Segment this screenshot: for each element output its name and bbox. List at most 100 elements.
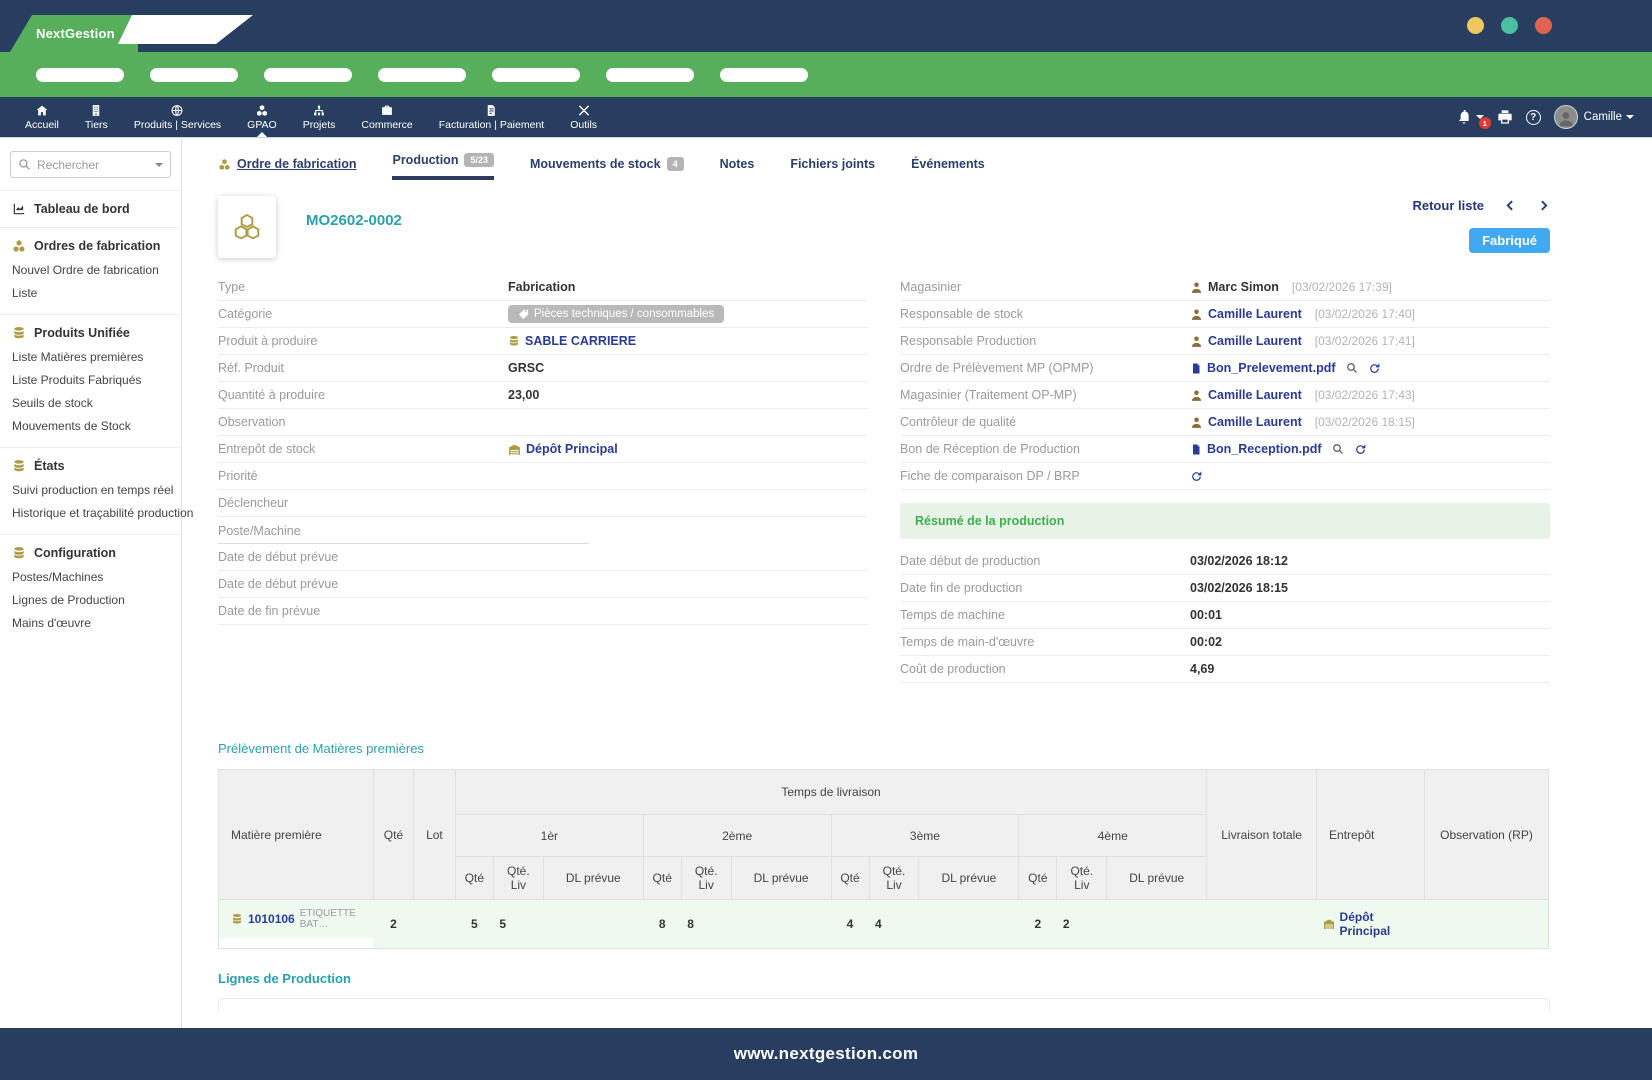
menu-placeholder-pill[interactable] <box>264 67 352 82</box>
field-label: Observation <box>218 415 286 429</box>
nav-label: GPAO <box>247 119 277 131</box>
sidebar-item-lignes[interactable]: Lignes de Production <box>12 590 169 610</box>
sidebar-section-title: Produits Unifiée <box>12 326 169 340</box>
details-right-column: Magasinier Marc Simon [03/02/2026 17:39]… <box>900 274 1550 683</box>
nav-item-facturation[interactable]: Facturation | Paiement <box>426 97 557 137</box>
menu-placeholder-pill[interactable] <box>378 67 466 82</box>
cell-s4-q: 2 <box>1018 899 1057 949</box>
sidebar-item-nouvel-of[interactable]: Nouvel Ordre de fabrication <box>12 260 169 280</box>
sidebar-item-seuils[interactable]: Seuils de stock <box>12 393 169 413</box>
back-to-list-link[interactable]: Retour liste <box>1412 198 1484 213</box>
field-label: Responsable Production <box>900 334 1037 348</box>
sidebar-item-liste-mp[interactable]: Liste Matières premières <box>12 347 169 367</box>
preview-icon[interactable] <box>1332 443 1344 455</box>
nav-label: Projets <box>302 119 336 131</box>
timestamp: [03/02/2026 17:39] <box>1291 280 1392 294</box>
nav-item-tiers[interactable]: Tiers <box>72 97 121 137</box>
field-label: Date de fin prévue <box>218 604 321 618</box>
warehouse-link[interactable]: Dépôt Principal <box>1340 910 1419 938</box>
nav-item-outils[interactable]: Outils <box>557 97 610 137</box>
sidebar-section-etats: États Suivi production en temps réel His… <box>0 447 193 534</box>
pdf-link[interactable]: Bon_Reception.pdf <box>1207 442 1322 456</box>
minimize-button[interactable] <box>1467 17 1484 34</box>
subcol-qte: Qté <box>830 856 870 900</box>
refresh-icon[interactable] <box>1368 362 1381 375</box>
col-header-entrepot: Entrepôt <box>1316 769 1425 900</box>
field-label: Temps de main-d'œuvre <box>900 635 1035 649</box>
tab-fichiers-joints[interactable]: Fichiers joints <box>790 157 875 180</box>
material-code-link[interactable]: 1010106 <box>248 912 295 926</box>
sidebar-item-postes[interactable]: Postes/Machines <box>12 567 169 587</box>
sidebar-section-title: Ordres de fabrication <box>12 239 169 253</box>
chevron-down-icon[interactable] <box>155 162 163 167</box>
cell-s1-q: 5 <box>455 899 494 949</box>
preview-icon[interactable] <box>1346 362 1358 374</box>
field-row-categorie: Catégorie Pièces techniques / consommabl… <box>218 301 868 328</box>
col-group-2eme: 2ème <box>642 814 832 857</box>
sidebar-item-liste-pf[interactable]: Liste Produits Fabriqués <box>12 370 169 390</box>
search-input[interactable] <box>37 157 149 172</box>
refresh-icon[interactable] <box>1354 443 1367 456</box>
nav-item-produits-services[interactable]: Produits | Services <box>121 97 234 137</box>
close-button[interactable] <box>1535 17 1552 34</box>
cubes-icon <box>12 239 26 253</box>
notifications-button[interactable]: 1 <box>1456 109 1491 129</box>
sidebar-item-mouvements[interactable]: Mouvements de Stock <box>12 416 169 436</box>
menu-placeholder-pill[interactable] <box>492 67 580 82</box>
sidebar-item-historique[interactable]: Historique et traçabilité production <box>12 503 193 523</box>
menu-placeholder-pill[interactable] <box>720 67 808 82</box>
menu-placeholder-pill[interactable] <box>150 67 238 82</box>
user-menu[interactable]: Camille <box>1553 105 1634 129</box>
sidebar-item-suivi[interactable]: Suivi production en temps réel <box>12 480 173 500</box>
chevron-right-icon[interactable] <box>1537 199 1550 212</box>
cubes-icon <box>231 211 263 243</box>
person-icon <box>1190 308 1203 321</box>
col-header-matiere: Matière première <box>218 769 374 900</box>
sidebar-item-mains[interactable]: Mains d'œuvre <box>12 613 169 633</box>
warehouse-link[interactable]: Dépôt Principal <box>526 442 618 456</box>
person-link[interactable]: Camille Laurent <box>1208 388 1302 402</box>
cell-lot <box>413 899 456 949</box>
print-button[interactable] <box>1497 109 1513 125</box>
tab-production[interactable]: Production 5/23 <box>392 153 494 180</box>
sidebar-item-liste-of[interactable]: Liste <box>12 283 169 303</box>
tools-icon <box>577 104 591 117</box>
person-link[interactable]: Camille Laurent <box>1208 334 1302 348</box>
person-link[interactable]: Camille Laurent <box>1208 307 1302 321</box>
secondary-tab[interactable] <box>118 15 253 44</box>
cell-s3-q: 4 <box>831 899 870 949</box>
timestamp: [03/02/2026 18:15] <box>1314 415 1415 429</box>
nav-item-commerce[interactable]: Commerce <box>348 97 425 137</box>
pdf-link[interactable]: Bon_Prelevement.pdf <box>1207 361 1336 375</box>
tab-evenements[interactable]: Événements <box>911 157 985 180</box>
tab-ordre-de-fabrication[interactable]: Ordre de fabrication <box>218 157 356 180</box>
tab-notes[interactable]: Notes <box>720 157 755 180</box>
maximize-button[interactable] <box>1501 17 1518 34</box>
nav-item-projets[interactable]: Projets <box>290 97 349 137</box>
chevron-left-icon[interactable] <box>1504 199 1517 212</box>
product-link[interactable]: SABLE CARRIERE <box>525 334 636 348</box>
sidebar-dashboard[interactable]: Tableau de bord <box>0 190 181 227</box>
cell-s3-dl <box>918 899 1019 949</box>
summary-row-temps-mo: Temps de main-d'œuvre 00:02 <box>900 629 1550 656</box>
production-summary-banner: Résumé de la production <box>900 503 1550 539</box>
cell-qty: 2 <box>373 899 414 949</box>
subcol-dl-prevue: DL prévue <box>542 856 644 900</box>
nav-menu: Accueil Tiers Produits | Services GPAO P… <box>12 97 610 137</box>
cubes-icon <box>218 158 231 171</box>
section-title-label: Ordres de fabrication <box>34 239 161 253</box>
tab-mouvements-de-stock[interactable]: Mouvements de stock 4 <box>530 157 684 180</box>
menu-placeholder-pill[interactable] <box>36 67 124 82</box>
cell-s2-q: 8 <box>643 899 682 949</box>
nav-item-gpao[interactable]: GPAO <box>234 97 290 137</box>
cell-s1-dl <box>543 899 644 949</box>
cubes-icon <box>255 104 269 117</box>
help-button[interactable]: ? <box>1525 109 1541 125</box>
sidebar-search[interactable] <box>10 151 171 178</box>
database-icon <box>12 546 26 560</box>
material-row: 1010106 ETIQUETTE BAT… 2 5 5 8 8 4 4 2 2… <box>218 899 1549 949</box>
person-link[interactable]: Camille Laurent <box>1208 415 1302 429</box>
menu-placeholder-pill[interactable] <box>606 67 694 82</box>
refresh-icon[interactable] <box>1190 470 1203 483</box>
nav-item-accueil[interactable]: Accueil <box>12 97 72 137</box>
